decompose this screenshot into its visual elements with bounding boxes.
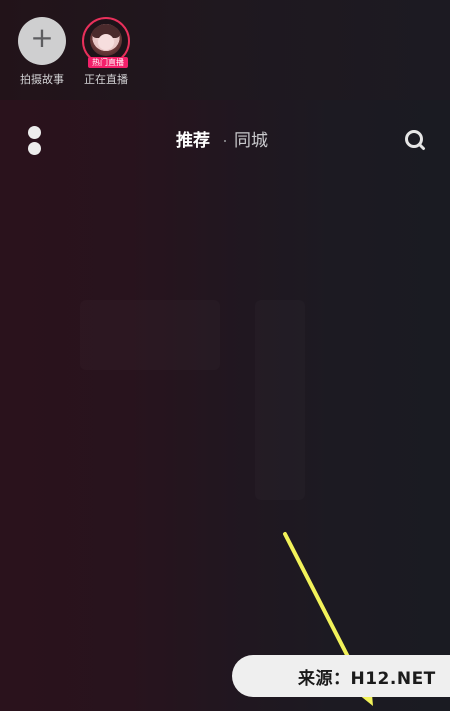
tab-nearby[interactable]: 同城 [234, 128, 268, 154]
arrow-annotation [283, 532, 373, 706]
tab-recommend[interactable]: 推荐 [176, 128, 210, 154]
plus-icon: + [30, 21, 54, 54]
menu-dot [28, 126, 41, 139]
search-icon-graphic [405, 130, 425, 150]
live-avatar-ring[interactable]: 热门直播 [82, 17, 130, 68]
background-video-shape [255, 300, 305, 500]
live-badge: 热门直播 [88, 57, 128, 68]
avatar [90, 24, 122, 56]
menu-dot [28, 142, 41, 155]
story-live[interactable]: 热门直播 正在直播 [73, 17, 139, 87]
add-story-button[interactable]: + [18, 17, 66, 65]
avatar-face [98, 34, 114, 50]
search-icon[interactable] [403, 128, 427, 152]
feed-tabs: 推荐 同城 [176, 128, 268, 154]
background-video-shape [80, 300, 220, 370]
story-label-shoot: 拍摄故事 [20, 73, 64, 86]
source-watermark: 来源：H12.NET [232, 655, 450, 697]
story-label-live: 正在直播 [84, 73, 128, 86]
menu-dots-icon[interactable] [26, 126, 44, 158]
watermark-text: 来源：H12.NET [298, 668, 436, 689]
story-shoot[interactable]: + 拍摄故事 [9, 17, 75, 87]
tab-separator [224, 140, 226, 142]
